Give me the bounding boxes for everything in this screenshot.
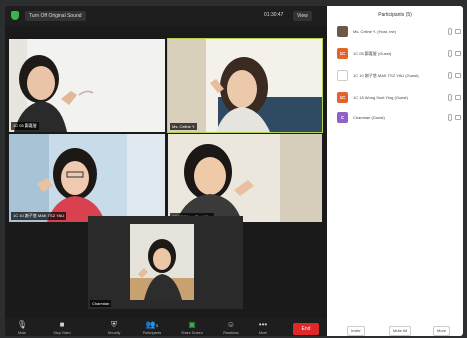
panel-footer: Invite Mute All More bbox=[327, 324, 463, 336]
participant-name-label: Ms. Celine Y. bbox=[170, 123, 198, 130]
microphone-icon[interactable] bbox=[448, 114, 452, 121]
video-camera-icon[interactable] bbox=[455, 73, 461, 78]
video-tile[interactable]: 1C 10 謝子悠 MAK TSZ YAU bbox=[9, 134, 165, 222]
security-button[interactable]: ⛨ Security bbox=[99, 320, 129, 335]
active-speaker-video-tile[interactable]: Ms. Celine Y. bbox=[167, 38, 323, 133]
invite-button[interactable]: Invite bbox=[347, 326, 365, 336]
mute-all-button[interactable]: Mute All bbox=[389, 326, 412, 336]
shield-icon: ⛨ bbox=[111, 320, 117, 329]
participant-row[interactable]: C Charmian (Guest) bbox=[337, 112, 461, 126]
microphone-icon[interactable] bbox=[448, 50, 452, 57]
mute-button[interactable]: 🎙 Mute bbox=[7, 320, 37, 335]
participant-row[interactable]: 1C 1C 05 鄭嘉瑩 (Guest) bbox=[337, 48, 461, 62]
participants-button[interactable]: 👥5 Participants bbox=[137, 320, 167, 335]
participant-name: 1C 18 Wong Suet Ying (Guest) bbox=[353, 95, 408, 100]
participant-video bbox=[168, 134, 322, 222]
participant-name-label: 1C 10 謝子悠 MAK TSZ YAU bbox=[11, 212, 67, 220]
encryption-shield-icon[interactable] bbox=[11, 11, 19, 20]
participants-icon: 👥5 bbox=[145, 320, 159, 329]
microphone-icon[interactable] bbox=[448, 94, 452, 101]
panel-more-button[interactable]: More bbox=[433, 326, 451, 336]
microphone-icon: 🎙 bbox=[16, 320, 28, 329]
participant-name-label: 1C 05 鄭嘉瑩 bbox=[11, 122, 39, 130]
avatar: 1C bbox=[337, 48, 348, 59]
avatar bbox=[337, 70, 348, 81]
participant-video bbox=[168, 39, 322, 132]
participant-name: 1C 05 鄭嘉瑩 (Guest) bbox=[353, 51, 392, 56]
participant-video bbox=[9, 134, 165, 222]
participant-name: Ms. Celine Y. (Host, me) bbox=[353, 29, 396, 34]
top-bar: Turn Off Original Sound 01:30:47 View bbox=[5, 6, 327, 26]
participant-name-label: Charmian bbox=[90, 300, 112, 307]
panel-title: Participants (5) bbox=[378, 12, 412, 18]
participant-name: 1C 10 謝子悠 MAK TSZ YAU (Guest) bbox=[353, 73, 419, 78]
video-camera-icon[interactable] bbox=[455, 95, 461, 100]
video-tile[interactable]: 1C 05 鄭嘉瑩 bbox=[9, 39, 165, 132]
video-camera-icon[interactable] bbox=[455, 115, 461, 120]
microphone-icon[interactable] bbox=[448, 28, 452, 35]
meeting-timer: 01:30:47 bbox=[264, 12, 284, 18]
share-screen-button[interactable]: ▣ Share Screen bbox=[177, 320, 207, 335]
avatar: 1C bbox=[337, 92, 348, 103]
microphone-icon[interactable] bbox=[448, 72, 452, 79]
participants-panel: Participants (5) Ms. Celine Y. (Host, me… bbox=[327, 6, 463, 336]
participant-name: Charmian (Guest) bbox=[353, 115, 385, 120]
stop-video-button[interactable]: ■ Stop Video bbox=[47, 320, 77, 335]
view-button[interactable]: View bbox=[293, 11, 312, 21]
original-sound-button[interactable]: Turn Off Original Sound bbox=[25, 11, 86, 21]
participant-video bbox=[9, 39, 165, 132]
avatar: C bbox=[337, 112, 348, 123]
more-button[interactable]: ••• More bbox=[248, 320, 278, 335]
more-icon: ••• bbox=[258, 320, 268, 329]
video-camera-icon[interactable] bbox=[455, 29, 461, 34]
video-tile[interactable]: Charmian bbox=[88, 216, 243, 309]
participant-video bbox=[88, 216, 243, 309]
avatar bbox=[337, 26, 348, 37]
participant-row[interactable]: Ms. Celine Y. (Host, me) bbox=[337, 26, 461, 40]
meeting-control-bar: 🎙 Mute ■ Stop Video ⛨ Security 👥5 Partic… bbox=[5, 318, 327, 336]
participants-count: 5 bbox=[155, 323, 159, 328]
video-camera-icon[interactable] bbox=[455, 51, 461, 56]
participant-row[interactable]: 1C 10 謝子悠 MAK TSZ YAU (Guest) bbox=[337, 70, 461, 84]
participant-row[interactable]: 1C 1C 18 Wong Suet Ying (Guest) bbox=[337, 92, 461, 106]
video-camera-icon: ■ bbox=[59, 320, 65, 329]
end-meeting-button[interactable]: End bbox=[293, 323, 319, 335]
zoom-meeting-window: Turn Off Original Sound 01:30:47 View 1C… bbox=[5, 6, 463, 336]
reactions-icon: ☺ bbox=[226, 320, 236, 329]
reactions-button[interactable]: ☺ Reactions bbox=[216, 320, 246, 335]
video-tile[interactable]: 1C 18 Wong Suet Ying bbox=[168, 134, 322, 222]
share-screen-icon: ▣ bbox=[188, 320, 196, 329]
